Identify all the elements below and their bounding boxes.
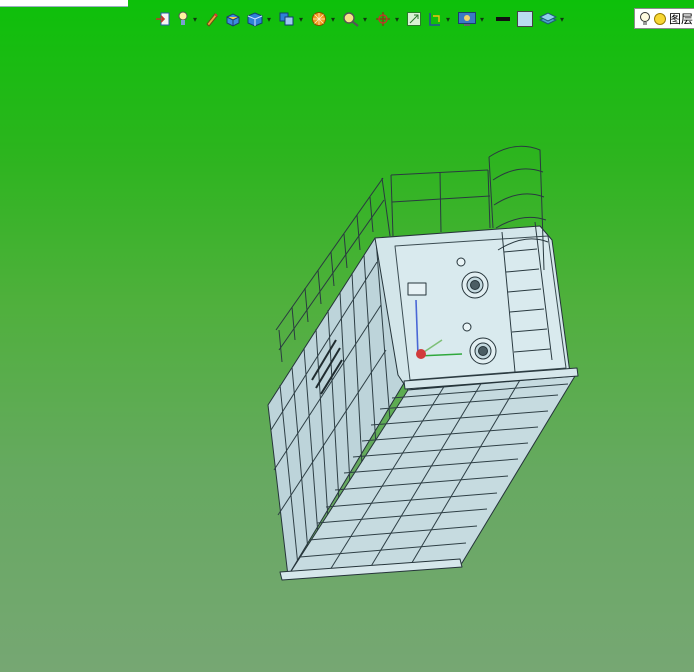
exit-sketch-button[interactable] xyxy=(155,9,171,29)
shaded-box-icon xyxy=(226,13,240,27)
layer-stack-icon xyxy=(539,12,557,25)
chevron-down-icon[interactable]: ▾ xyxy=(297,9,305,29)
render-mode-button[interactable]: ▾ xyxy=(278,9,305,29)
view-cube-button[interactable]: ▾ xyxy=(246,9,273,29)
light-source-button[interactable]: ▾ xyxy=(176,9,199,29)
tank-model[interactable] xyxy=(267,145,579,581)
render-mode-icon xyxy=(279,12,294,26)
chevron-down-icon[interactable]: ▾ xyxy=(444,9,452,29)
line-style-icon xyxy=(496,17,510,21)
pencil-button[interactable] xyxy=(204,9,220,29)
fit-view-icon xyxy=(407,12,421,26)
view-toolbar: ▾ ▾ ▾ ▾ ▾ ▾ ▾ ▾ ▾ xyxy=(155,9,571,29)
chevron-down-icon[interactable]: ▾ xyxy=(558,9,566,29)
exit-sketch-icon xyxy=(156,12,170,26)
light-source-icon xyxy=(178,11,188,25)
display-monitor-button[interactable]: ▾ xyxy=(457,9,486,29)
display-monitor-icon xyxy=(458,12,476,26)
zoom-magnifier-icon xyxy=(343,12,359,27)
view-cube-icon xyxy=(247,12,263,27)
layer-selector[interactable]: 图层 xyxy=(634,8,694,29)
orange-wheel-button[interactable]: ▾ xyxy=(310,9,337,29)
chevron-down-icon[interactable]: ▾ xyxy=(265,9,273,29)
title-strip xyxy=(0,0,128,7)
manhole-upper xyxy=(461,271,489,299)
section-plane-button[interactable]: ▾ xyxy=(427,9,452,29)
background-color-icon xyxy=(517,11,533,27)
pan-rotate-icon xyxy=(376,12,390,26)
pan-rotate-button[interactable]: ▾ xyxy=(374,9,401,29)
3d-viewport[interactable] xyxy=(0,32,694,672)
line-style-button[interactable] xyxy=(495,9,511,29)
orange-wheel-icon xyxy=(312,12,326,26)
pencil-icon xyxy=(206,13,218,27)
chevron-down-icon[interactable]: ▾ xyxy=(361,9,369,29)
shaded-box-button[interactable] xyxy=(225,9,241,29)
chevron-down-icon[interactable]: ▾ xyxy=(393,9,401,29)
layer-stack-button[interactable]: ▾ xyxy=(539,9,566,29)
manhole-lower xyxy=(469,337,497,365)
chevron-down-icon[interactable]: ▾ xyxy=(478,9,486,29)
background-color-button[interactable] xyxy=(516,9,534,29)
fit-view-button[interactable] xyxy=(406,9,422,29)
section-plane-icon xyxy=(429,13,440,26)
light-bulb-icon xyxy=(640,11,650,25)
chevron-down-icon[interactable]: ▾ xyxy=(191,9,199,29)
layer-name: 图层 xyxy=(669,12,694,26)
sun-icon xyxy=(654,12,666,25)
chevron-down-icon[interactable]: ▾ xyxy=(329,9,337,29)
zoom-magnifier-button[interactable]: ▾ xyxy=(342,9,369,29)
